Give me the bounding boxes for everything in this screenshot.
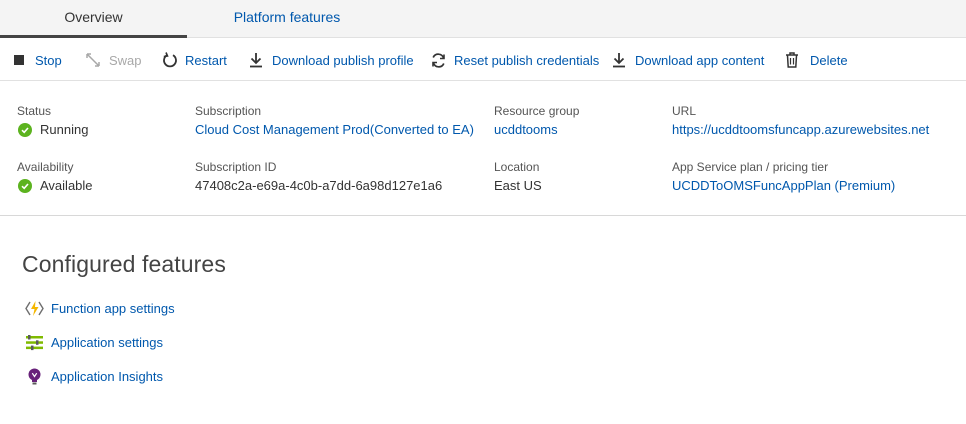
essentials-panel: Status Running Availability Available Su… [0,81,966,216]
download-app-content-label: Download app content [635,52,765,68]
app-service-plan-link[interactable]: UCDDToOMSFuncAppPlan (Premium) [672,177,895,195]
tab-bar: Overview Platform features [0,0,966,38]
availability-field: Availability Available [17,160,93,195]
application-insights-label: Application Insights [51,368,164,384]
status-label: Status [17,104,52,118]
swap-icon [84,51,102,69]
settings-list-icon [25,333,44,352]
download-publish-profile-label: Download publish profile [272,52,414,68]
command-bar: Stop Swap Restart Download publish profi… [0,38,966,81]
availability-value: Available [40,178,93,193]
lightbulb-icon [25,367,44,386]
reset-icon [429,51,447,69]
resource-group-link[interactable]: ucddtooms [494,121,579,139]
stop-label: Stop [35,52,62,68]
check-circle-icon [18,179,32,193]
subscription-id-field: Subscription ID 47408c2a-e69a-4c0b-a7dd-… [195,160,442,195]
status-value: Running [40,122,89,137]
lightning-icon [25,299,44,318]
tab-platform-features[interactable]: Platform features [187,0,387,38]
check-circle-icon [18,123,32,137]
stop-button[interactable]: Stop [13,50,62,70]
application-insights-link[interactable]: Application Insights [25,366,163,386]
subscription-id-label: Subscription ID [195,160,277,174]
application-settings-link[interactable]: Application settings [25,332,163,352]
restart-icon [161,51,179,69]
availability-label: Availability [17,160,74,174]
restart-button[interactable]: Restart [161,50,227,70]
stop-icon [13,51,25,69]
status-field: Status Running [17,104,88,139]
subscription-link[interactable]: Cloud Cost Management Prod(Converted to … [195,121,474,139]
location-field: Location East US [494,160,542,195]
download-app-content-button[interactable]: Download app content [610,50,764,70]
swap-button[interactable]: Swap [84,50,142,70]
subscription-label: Subscription [195,104,262,118]
url-link[interactable]: https://ucddtoomsfuncapp.azurewebsites.n… [672,121,929,139]
resource-group-field: Resource group ucddtooms [494,104,579,139]
delete-label: Delete [810,52,848,68]
status-value-row: Running [17,121,88,139]
reset-publish-credentials-button[interactable]: Reset publish credentials [429,50,599,70]
url-label: URL [672,104,697,118]
location-value: East US [494,178,542,193]
app-service-plan-label: App Service plan / pricing tier [672,160,829,174]
subscription-field: Subscription Cloud Cost Management Prod(… [195,104,474,139]
restart-label: Restart [185,52,227,68]
download-icon [610,51,628,69]
section-title-configured-features: Configured features [22,251,226,277]
app-service-plan-field: App Service plan / pricing tier UCDDToOM… [672,160,895,195]
application-settings-label: Application settings [51,334,164,350]
function-app-settings-label: Function app settings [51,300,175,316]
tab-overview[interactable]: Overview [0,0,187,38]
subscription-id-value: 47408c2a-e69a-4c0b-a7dd-6a98d127e1a6 [195,178,443,193]
url-field: URL https://ucddtoomsfuncapp.azurewebsit… [672,104,929,139]
swap-label: Swap [109,52,142,68]
function-app-settings-link[interactable]: Function app settings [25,298,175,318]
reset-publish-credentials-label: Reset publish credentials [454,52,600,68]
delete-button[interactable]: Delete [783,50,848,70]
download-publish-profile-button[interactable]: Download publish profile [247,50,414,70]
availability-value-row: Available [17,177,93,195]
download-icon [247,51,265,69]
trash-icon [783,51,801,69]
resource-group-label: Resource group [494,104,580,118]
location-label: Location [494,160,540,174]
